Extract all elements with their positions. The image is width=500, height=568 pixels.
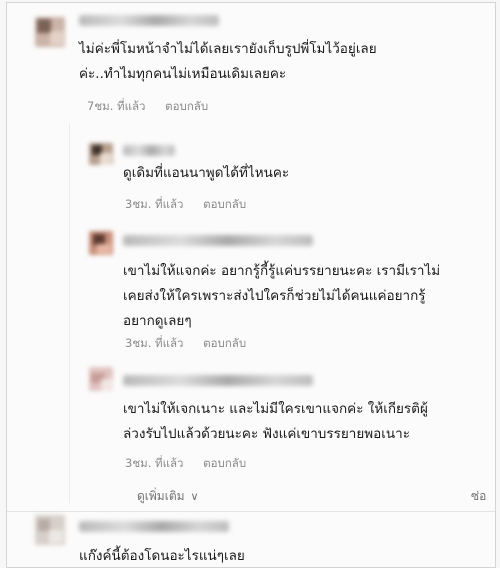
comment-text: ดูเดิมที่แอนนาพูดได้ที่ไหนคะ xyxy=(123,165,290,181)
commenter-name[interactable] xyxy=(123,235,313,246)
chevron-down-icon: ∨ xyxy=(190,490,199,503)
comment-time: 7ชม. ที่แล้ว xyxy=(87,99,146,113)
commenter-name[interactable] xyxy=(123,375,313,386)
comment-time: 3ชม. ที่แล้ว xyxy=(125,456,184,470)
show-more-label: ดูเพิ่มเติม xyxy=(137,489,185,503)
comments-panel: ไม่ค่ะพี่โมหน้าจำไม่ได้เลยเรายังเก็บรูปพ… xyxy=(6,2,496,568)
comment-time: 3ชม. ที่แล้ว xyxy=(125,336,184,350)
commenter-name[interactable] xyxy=(79,521,229,532)
hide-link[interactable]: ซ่อ xyxy=(471,487,486,506)
comment-meta: 3ชม. ที่แล้ว ตอบกลับ xyxy=(125,335,246,353)
avatar[interactable] xyxy=(89,367,113,391)
commenter-name[interactable] xyxy=(79,15,219,26)
reply-button[interactable]: ตอบกลับ xyxy=(203,456,246,470)
commenter-name[interactable] xyxy=(123,145,175,156)
divider xyxy=(7,511,495,512)
reply-button[interactable]: ตอบกลับ xyxy=(203,197,246,211)
reply-button[interactable]: ตอบกลับ xyxy=(165,99,208,113)
comment-meta: 7ชม. ที่แล้ว ตอบกลับ xyxy=(87,98,208,116)
thread-line xyxy=(69,123,70,503)
avatar[interactable] xyxy=(89,231,113,255)
avatar[interactable] xyxy=(35,515,65,545)
reply-button[interactable]: ตอบกลับ xyxy=(203,336,246,350)
comment-meta: 3ชม. ที่แล้ว ตอบกลับ xyxy=(125,196,246,214)
comment-meta: 3ชม. ที่แล้ว ตอบกลับ xyxy=(125,455,246,473)
comment-text: เขาไม่ให้แจกค่ะ อยากรู้กี้รู้แค่บรรยายนะ… xyxy=(123,263,441,329)
comment-text: เขาไม่ให้เจกเนาะ และไม่มีใครเขาแจกค่ะ ให… xyxy=(123,401,428,442)
comment-time: 3ชม. ที่แล้ว xyxy=(125,197,184,211)
avatar[interactable] xyxy=(35,17,65,47)
avatar[interactable] xyxy=(89,143,113,165)
show-more-button[interactable]: ดูเพิ่มเติม ∨ xyxy=(137,487,199,506)
comment-text: ไม่ค่ะพี่โมหน้าจำไม่ได้เลยเรายังเก็บรูปพ… xyxy=(79,41,377,82)
comment-text: แก๊งค์นี้ต้องโดนอะไรแน่ๆเลย xyxy=(79,548,245,564)
